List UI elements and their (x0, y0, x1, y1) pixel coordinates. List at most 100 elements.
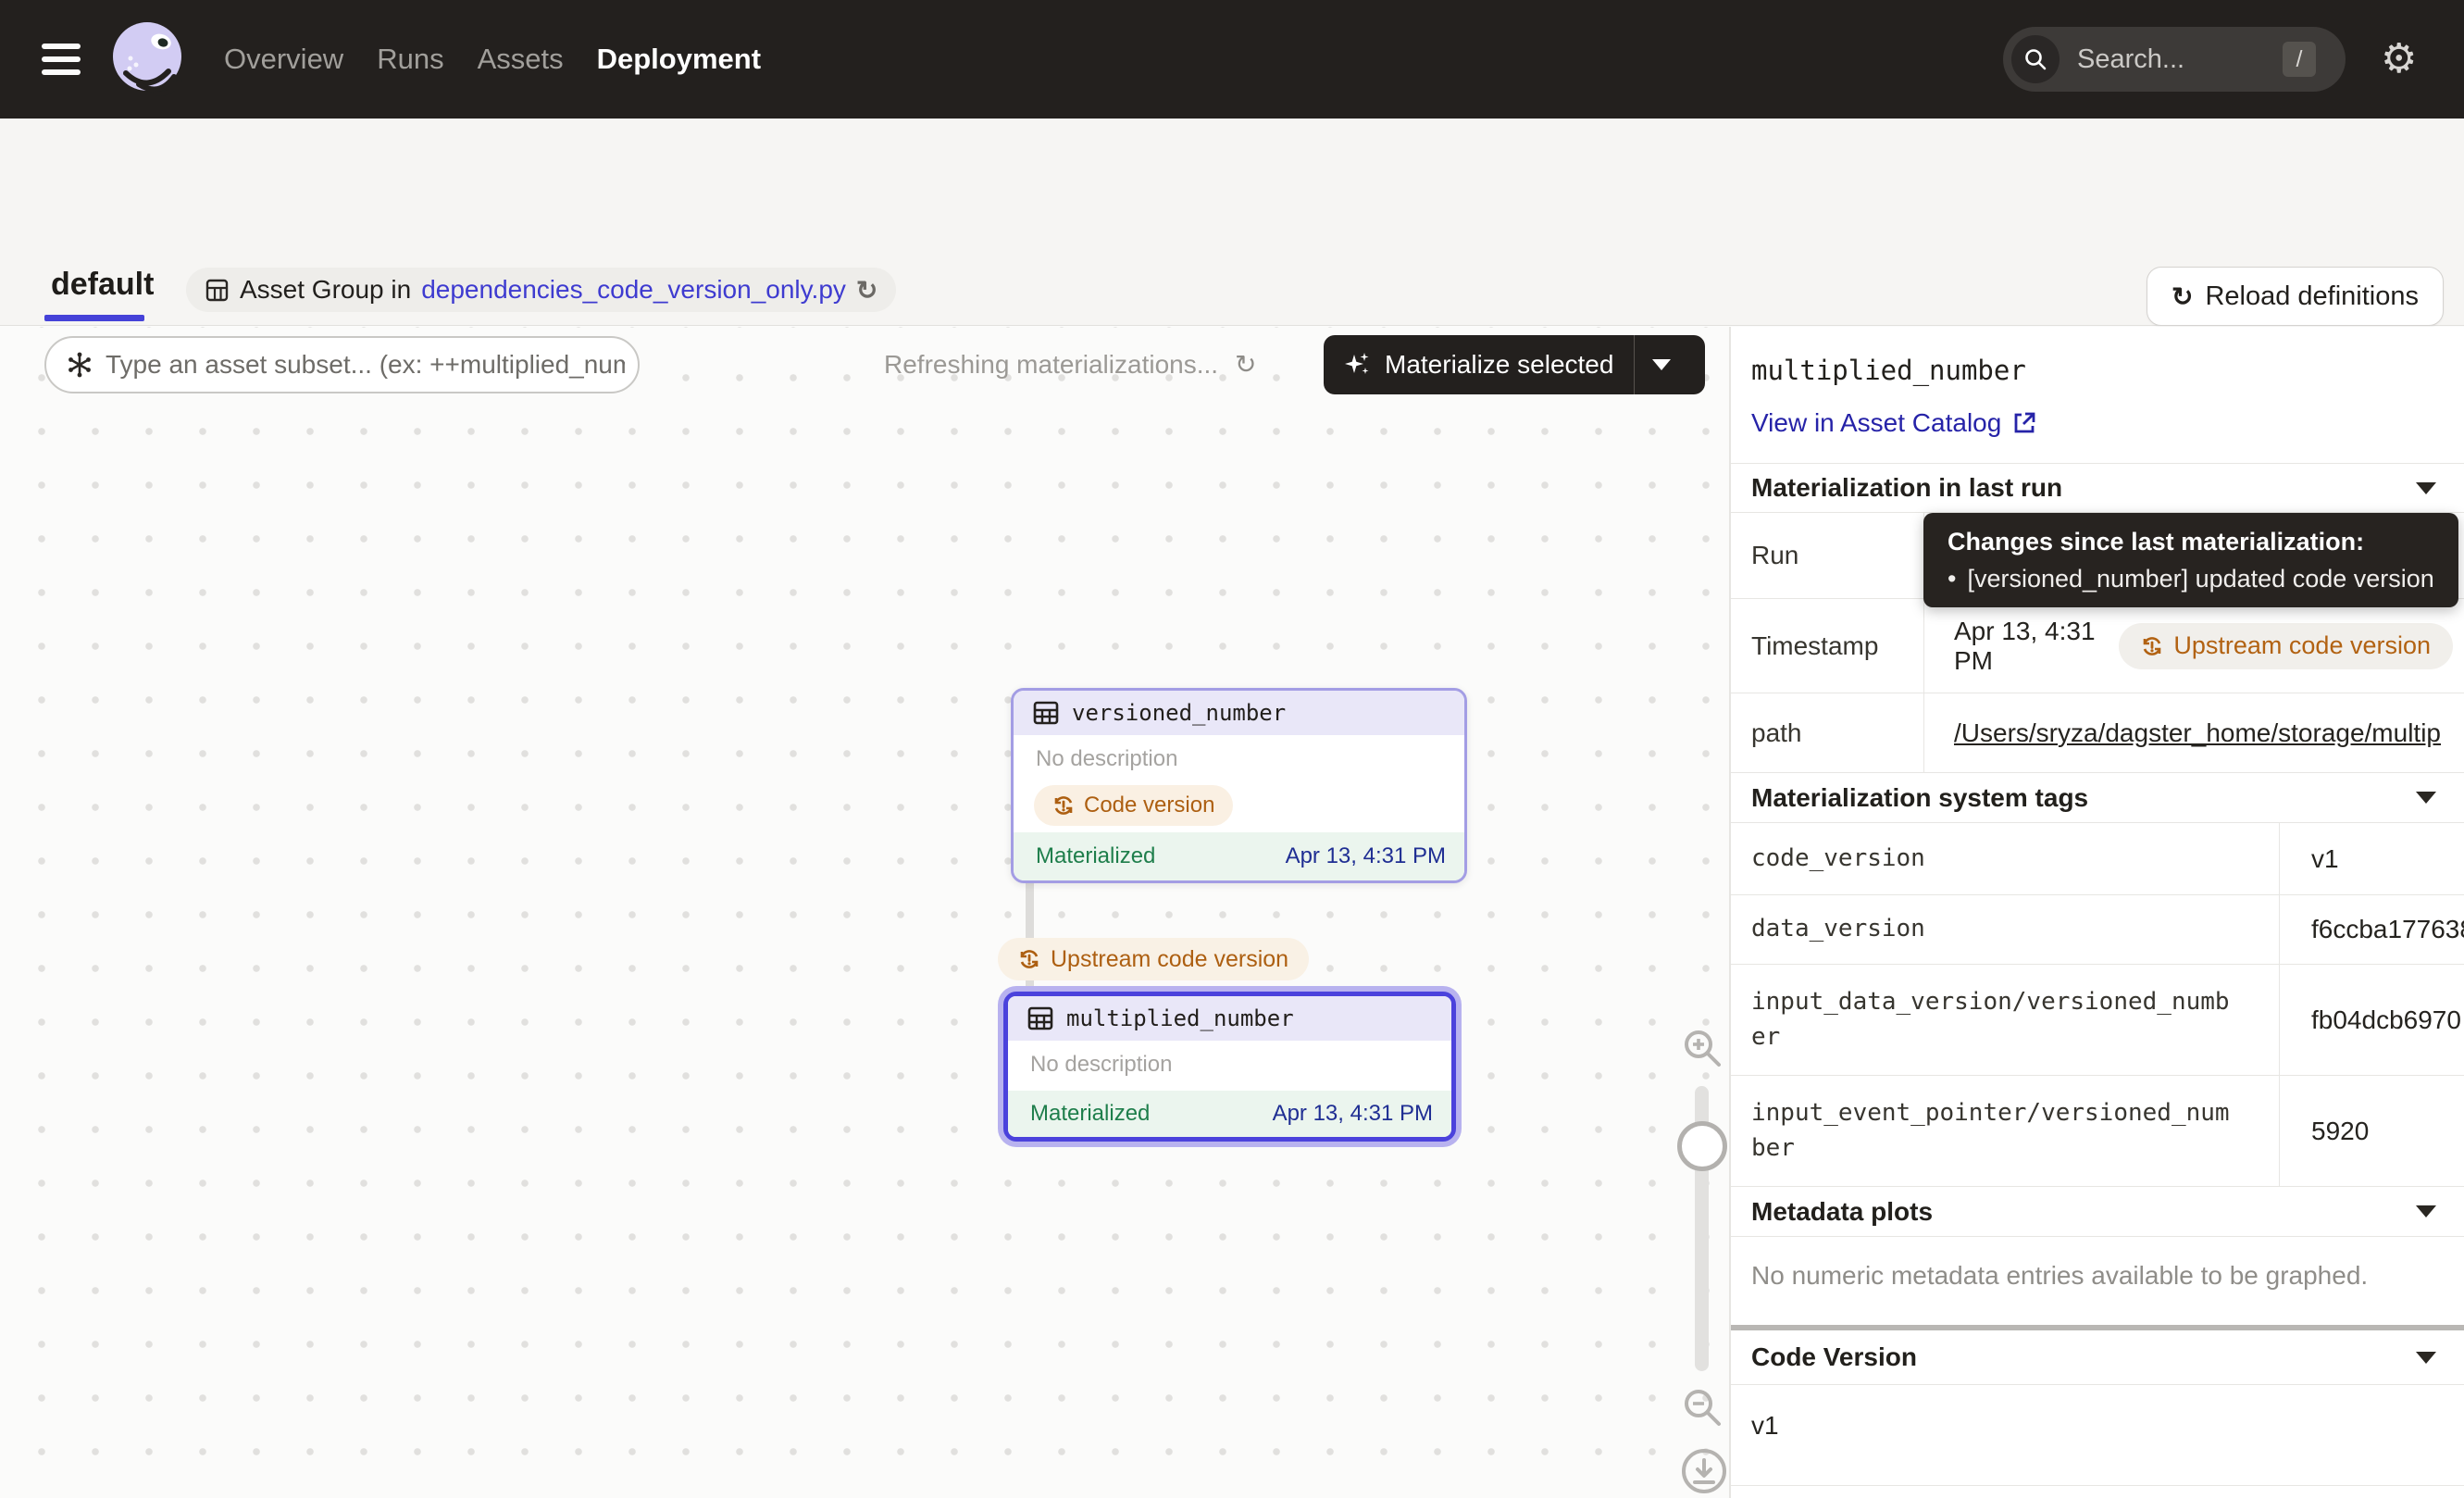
materialization-timestamp-link[interactable]: Apr 13, 4:31 PM (1273, 1101, 1433, 1127)
materialized-status: Materialized (1036, 843, 1155, 869)
table-row-path: path /Users/sryza/dagster_home/storage/m… (1731, 693, 2464, 772)
asset-subset-input[interactable] (106, 350, 625, 380)
section-metadata-plots[interactable]: Metadata plots (1731, 1186, 2464, 1236)
row-value: Apr 13, 4:31 PM Upstream code version (1923, 599, 2464, 693)
table-row-timestamp: Timestamp Apr 13, 4:31 PM Upstream code … (1731, 598, 2464, 693)
asset-group-label: Asset Group in (240, 275, 411, 305)
refresh-icon[interactable]: ↻ (1235, 349, 1256, 380)
asset-subset-filter[interactable] (44, 336, 640, 393)
search-icon (2011, 35, 2060, 83)
nav-menu: Overview Runs Assets Deployment (224, 0, 761, 119)
active-tab-underline (44, 315, 144, 321)
upstream-code-version-tag[interactable]: Upstream code version (2119, 623, 2453, 669)
asset-description: No description (1008, 1041, 1451, 1078)
section-materialization-in-last-run[interactable]: Materialization in last run (1731, 463, 2464, 512)
code-version-value: v1 (1731, 1384, 2464, 1485)
page-title: default (51, 267, 154, 303)
sparkle-icon (1344, 351, 1372, 379)
table-icon (1027, 1005, 1054, 1032)
table-row-input-event-pointer: input_event_pointer/versioned_number 592… (1731, 1075, 2464, 1186)
row-key: Run (1731, 541, 1923, 570)
zoom-slider-handle[interactable] (1677, 1121, 1727, 1171)
asset-description: No description (1014, 735, 1464, 772)
reload-definitions-button[interactable]: ↻ Reload definitions (2147, 267, 2444, 326)
settings-gear-icon[interactable]: ⚙ (2381, 33, 2417, 85)
op-selector-icon (67, 352, 93, 378)
row-value: v1 (2279, 823, 2464, 894)
materialize-selected-button[interactable]: Materialize selected (1324, 335, 1705, 394)
global-search[interactable]: / (2003, 27, 2346, 92)
asset-status-bar: Materialized Apr 13, 4:31 PM (1014, 832, 1464, 880)
zoom-out-icon[interactable] (1680, 1385, 1724, 1429)
lineage-graph-canvas[interactable]: Refreshing materializations... ↻ Materia… (0, 327, 1729, 1498)
search-shortcut-badge: / (2283, 42, 2316, 77)
asset-details-panel: multiplied_number View in Asset Catalog … (1731, 327, 2464, 1498)
section-code-version[interactable]: Code Version (1731, 1330, 2464, 1384)
nav-item-runs[interactable]: Runs (377, 43, 443, 76)
dagster-app: Overview Runs Assets Deployment / ⚙ defa… (0, 0, 2464, 1498)
search-input[interactable] (2077, 27, 2275, 92)
materialized-status: Materialized (1030, 1101, 1150, 1127)
chevron-down-icon (1652, 359, 1671, 370)
timestamp-link[interactable]: Apr 13, 4:31 PM (1954, 617, 2119, 676)
zoom-in-icon[interactable] (1680, 1026, 1724, 1070)
menu-icon[interactable] (42, 44, 81, 75)
metadata-plots-empty-state: No numeric metadata entries available to… (1731, 1236, 2464, 1325)
path-link[interactable]: /Users/sryza/dagster_home/storage/multip (1954, 718, 2441, 748)
graph-zoom-controls (1677, 327, 1727, 1498)
asset-node-multiplied-number[interactable]: multiplied_number No description Materia… (1003, 992, 1456, 1142)
table-row-data-version: data_version f6ccba177638 (1731, 894, 2464, 964)
tooltip-item: [versioned_number] updated code version (1948, 565, 2434, 593)
asset-node-header: versioned_number (1014, 691, 1464, 735)
row-key: input_data_version/versioned_number (1731, 985, 2279, 1055)
row-key: data_version (1731, 912, 2279, 947)
refreshing-status: Refreshing materializations... ↻ (884, 349, 1257, 380)
asset-node-header: multiplied_number (1008, 996, 1451, 1041)
chevron-down-icon (2416, 792, 2436, 804)
top-nav: Overview Runs Assets Deployment / ⚙ (0, 0, 2464, 119)
row-key: path (1731, 718, 1923, 748)
dagster-logo-icon[interactable] (107, 19, 187, 99)
upstream-code-version-tag[interactable]: Upstream code version (998, 938, 1309, 980)
code-version-icon (1018, 948, 1040, 970)
bullet-icon (1948, 565, 1956, 593)
asset-details-header: multiplied_number View in Asset Catalog (1731, 327, 2464, 463)
asset-status-bar: Materialized Apr 13, 4:31 PM (1008, 1091, 1451, 1137)
row-key: input_event_pointer/versioned_number (1731, 1096, 2279, 1166)
main-content: Refreshing materializations... ↻ Materia… (0, 327, 2464, 1498)
asset-group-grid-icon (205, 278, 230, 303)
asset-node-versioned-number[interactable]: versioned_number No description Code ver… (1011, 688, 1467, 883)
changes-since-materialization-tooltip: Changes since last materialization: [ver… (1923, 513, 2458, 607)
materialization-timestamp-link[interactable]: Apr 13, 4:31 PM (1286, 843, 1446, 869)
row-value: f6ccba177638 (2279, 895, 2464, 964)
nav-item-assets[interactable]: Assets (478, 43, 564, 76)
download-graph-icon[interactable] (1680, 1447, 1728, 1495)
code-version-icon (1052, 794, 1075, 817)
external-link-icon (2012, 411, 2036, 435)
code-version-tag[interactable]: Code version (1034, 785, 1233, 826)
nav-item-deployment[interactable]: Deployment (597, 43, 761, 76)
asset-name: versioned_number (1072, 700, 1286, 726)
table-icon (1032, 699, 1060, 727)
table-row-code-version: code_version v1 (1731, 822, 2464, 894)
row-value: 5920 (2279, 1076, 2464, 1186)
code-version-icon (2141, 635, 2163, 657)
row-value: fb04dcb6970 (2279, 965, 2464, 1075)
asset-group-file-link[interactable]: dependencies_code_version_only.py (421, 275, 846, 305)
row-key: Timestamp (1731, 631, 1923, 661)
chevron-down-icon (2416, 1205, 2436, 1217)
page-header: default Asset Group in dependencies_code… (0, 119, 2464, 326)
row-key: code_version (1731, 842, 2279, 877)
chevron-down-icon (2416, 482, 2436, 494)
selected-asset-name: multiplied_number (1751, 355, 2464, 386)
asset-group-badge: Asset Group in dependencies_code_version… (186, 268, 896, 312)
section-materialization-system-tags[interactable]: Materialization system tags (1731, 772, 2464, 822)
view-in-asset-catalog-link[interactable]: View in Asset Catalog (1751, 408, 2036, 438)
table-row-input-data-version: input_data_version/versioned_number fb04… (1731, 964, 2464, 1075)
reload-icon: ↻ (2172, 281, 2193, 312)
asset-name: multiplied_number (1066, 1005, 1294, 1031)
nav-item-overview[interactable]: Overview (224, 43, 343, 76)
tooltip-title: Changes since last materialization: (1948, 528, 2434, 556)
section-config[interactable]: Config (1731, 1485, 2464, 1498)
reload-group-icon[interactable]: ↻ (856, 275, 877, 306)
